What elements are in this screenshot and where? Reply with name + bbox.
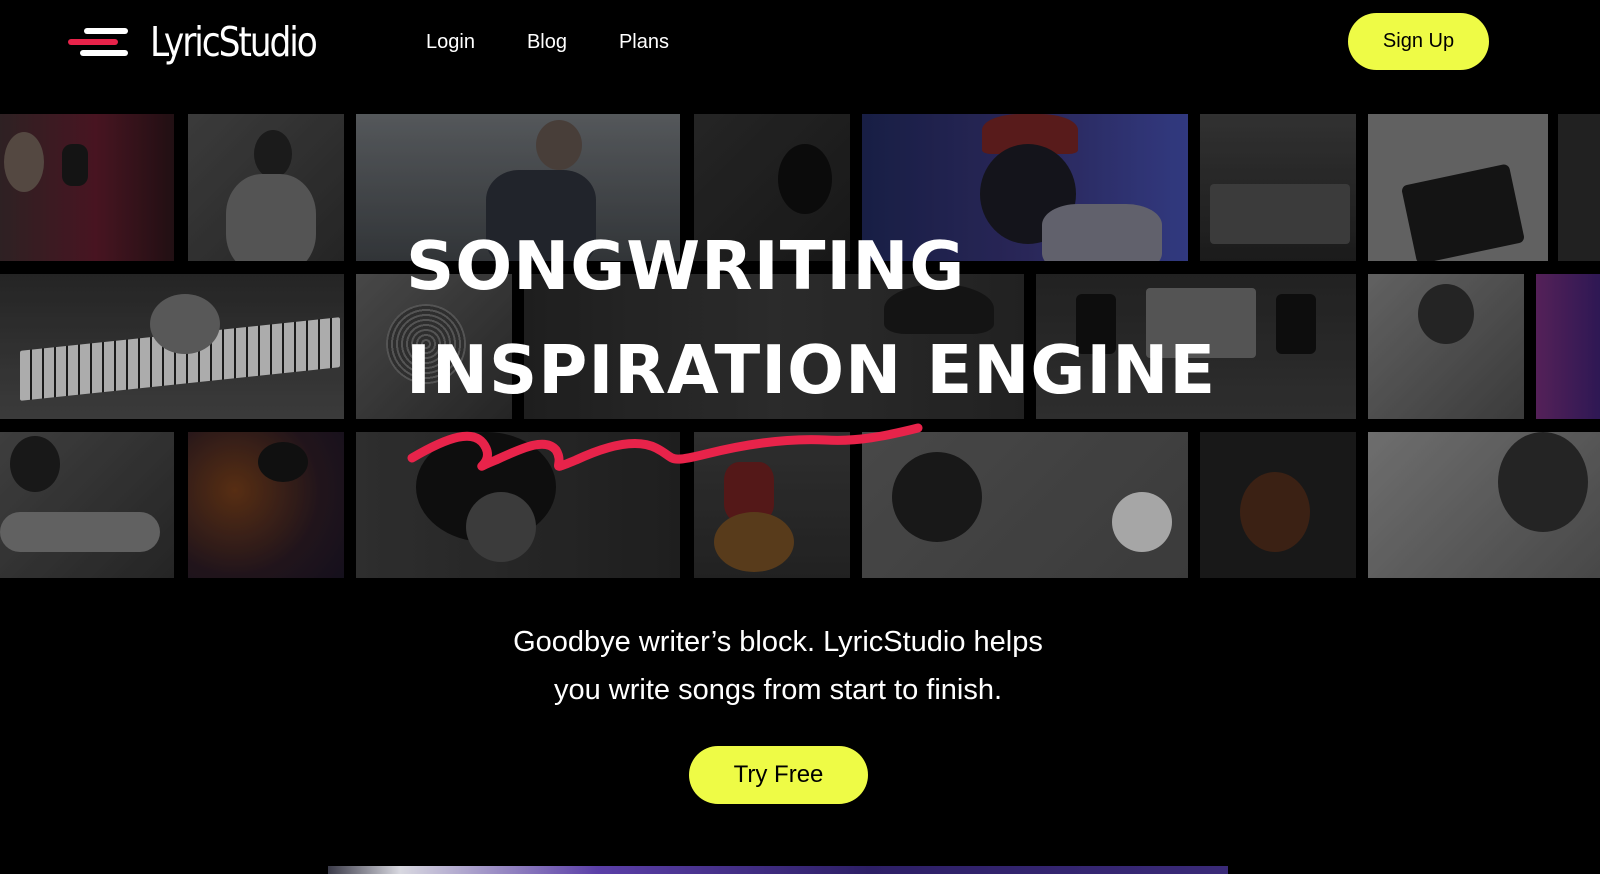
menu-lines-logo-icon <box>68 22 130 62</box>
sign-up-button[interactable]: Sign Up <box>1348 13 1489 70</box>
main-nav: Login Blog Plans <box>426 28 721 56</box>
logo-wordmark: LyricStudio <box>150 18 318 66</box>
hero-title-line1: SONGWRITING <box>406 227 966 305</box>
hero-subtitle-line1: Goodbye writer’s block. LyricStudio help… <box>513 626 1043 658</box>
nav-login-link[interactable]: Login <box>426 28 475 56</box>
hero-title: SONGWRITING INSPIRATION ENGINE <box>406 214 1216 422</box>
hero-subtitle-line2: you write songs from start to finish. <box>553 674 1003 706</box>
nav-blog-link[interactable]: Blog <box>527 28 567 56</box>
red-squiggle-decoration <box>407 423 923 471</box>
video-preview[interactable] <box>328 866 1228 874</box>
site-header: LyricStudio Login Blog Plans Sign Up <box>0 0 1600 84</box>
hero-subtitle: Goodbye writer’s block. LyricStudio help… <box>400 618 1156 714</box>
nav-plans-link[interactable]: Plans <box>619 28 669 56</box>
hero-title-line2: INSPIRATION ENGINE <box>406 331 1217 409</box>
logo-link[interactable]: LyricStudio <box>68 14 347 70</box>
try-free-button[interactable]: Try Free <box>689 746 868 804</box>
